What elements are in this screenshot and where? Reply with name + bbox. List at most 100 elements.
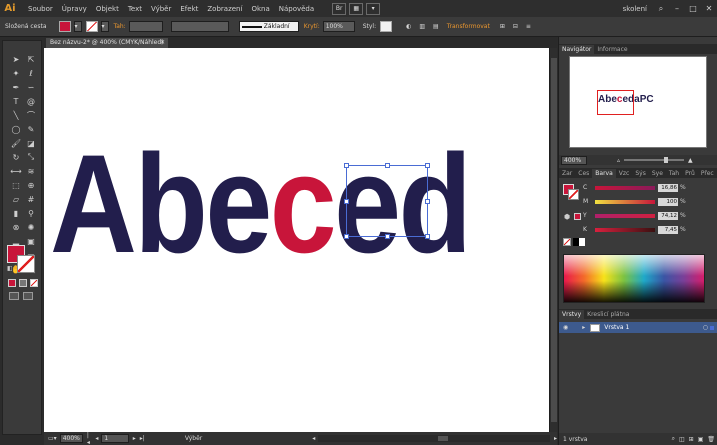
tab-barva[interactable]: Barva (592, 169, 616, 178)
transform-link[interactable]: Transformovat (447, 23, 490, 30)
menu-text[interactable]: Text (128, 5, 142, 13)
gradient-mode-icon[interactable] (19, 279, 27, 287)
blend-tool-icon[interactable]: ⊗ (9, 221, 23, 233)
workspace-switcher[interactable]: skolení (623, 5, 647, 13)
selection-bounding-box[interactable] (344, 163, 430, 239)
target-icon[interactable]: ○ (703, 324, 708, 331)
direct-selection-tool-icon[interactable]: ⇱ (24, 53, 38, 65)
navigator-thumbnail[interactable]: AbecedaPC (569, 56, 707, 148)
lasso-tool-icon[interactable]: ℓ (24, 67, 38, 79)
zoom-in-icon[interactable]: ▲ (688, 157, 693, 164)
layer-name[interactable]: Vrstva 1 (604, 324, 629, 331)
handle-bottom-center[interactable] (385, 234, 390, 239)
artwork-highlighted-letter[interactable]: c (270, 125, 337, 282)
rotate-tool-icon[interactable]: ↻ (9, 151, 23, 163)
pencil-tool-icon[interactable]: ✎ (24, 123, 38, 135)
make-clipping-mask-icon[interactable]: ◫ (679, 436, 685, 443)
zoom-level-dropdown[interactable]: 400% (59, 434, 83, 443)
navigator-zoom-slider[interactable] (624, 157, 685, 163)
panel-menu-icon[interactable]: ≡ (526, 23, 531, 30)
scale-tool-icon[interactable]: ⤡ (24, 151, 38, 163)
navigator-zoom-thumb[interactable] (664, 157, 669, 163)
line-tool-icon[interactable]: ╲ (9, 109, 23, 121)
stroke-weight-input[interactable] (128, 21, 163, 32)
menu-okna[interactable]: Okna (251, 5, 269, 13)
black-slider[interactable] (595, 227, 655, 232)
hscroll-left-icon[interactable]: ◂ (312, 435, 315, 442)
isolate-icon[interactable]: ⊞ (500, 23, 505, 30)
navigator-view-box[interactable] (597, 90, 634, 115)
tab-sys[interactable]: Sýs (632, 169, 649, 178)
pen-tool-icon[interactable]: ✒ (9, 81, 23, 93)
stroke-swatch[interactable] (85, 21, 98, 32)
tab-sye[interactable]: Sye (649, 169, 666, 178)
width-tool-icon[interactable]: ⟷ (9, 165, 23, 177)
artboard-number-input[interactable]: 1 (101, 434, 129, 443)
cyan-value-input[interactable]: 16,86 (658, 183, 678, 192)
shape-builder-tool-icon[interactable]: ⊕ (24, 179, 38, 191)
document-tab[interactable]: Bez názvu-2* @ 400% (CMYK/Náhled) ✕ (46, 38, 168, 48)
artboard-tool-icon[interactable]: ▣ (24, 235, 38, 247)
tab-zar[interactable]: Zar (559, 169, 575, 178)
cyan-slider[interactable] (595, 185, 655, 190)
new-layer-icon[interactable]: ▣ (698, 436, 704, 443)
web-safe-swatch[interactable] (574, 213, 581, 220)
black-value-input[interactable]: 7,45 (658, 225, 678, 234)
selection-tool-icon[interactable]: ➤ (9, 53, 23, 65)
tab-ces[interactable]: Ces (575, 169, 592, 178)
curvature-tool-icon[interactable]: ∽ (24, 81, 38, 93)
none-color-swatch[interactable] (563, 238, 571, 246)
search-icon[interactable]: ⌕ (653, 2, 669, 15)
new-sublayer-icon[interactable]: ⊞ (689, 436, 694, 443)
maximize-icon[interactable]: □ (685, 2, 701, 15)
handle-top-right[interactable] (425, 163, 430, 168)
white-color-swatch[interactable] (579, 238, 585, 246)
default-colors-icon[interactable]: ◧ (7, 265, 15, 273)
arrange-docs-dropdown[interactable]: ▾ (366, 2, 381, 15)
type-tool-icon[interactable]: T (9, 95, 23, 107)
perspective-grid-tool-icon[interactable]: ▱ (9, 193, 23, 205)
horizontal-scrollbar[interactable] (318, 435, 550, 442)
horizontal-scroll-thumb[interactable] (438, 436, 449, 441)
ellipse-tool-icon[interactable]: ◯ (9, 123, 23, 135)
magenta-value-input[interactable]: 100 (658, 197, 678, 206)
arc-tool-icon[interactable]: ⌒ (24, 109, 38, 121)
brush-definition-dropdown[interactable]: Základní (238, 21, 299, 32)
handle-top-center[interactable] (385, 163, 390, 168)
handle-bottom-left[interactable] (344, 234, 349, 239)
color-mode-icon[interactable] (8, 279, 16, 287)
eraser-tool-icon[interactable]: ◪ (24, 137, 38, 149)
color-spectrum-ramp[interactable] (563, 254, 705, 303)
tab-pru[interactable]: Prů (682, 169, 698, 178)
mesh-tool-icon[interactable]: # (24, 193, 38, 205)
paintbrush-tool-icon[interactable]: 🖌 (9, 137, 23, 149)
opacity-input[interactable]: 100% (322, 21, 355, 32)
menu-zobrazeni[interactable]: Zobrazení (207, 5, 242, 13)
navigator-zoom-input[interactable]: 400% (561, 155, 587, 165)
locate-object-icon[interactable]: ⌕ (672, 435, 675, 443)
arrange-docs-icon[interactable]: ▦ (349, 2, 364, 15)
exit-isolation-icon[interactable]: ⊟ (513, 23, 518, 30)
handle-middle-left[interactable] (344, 199, 349, 204)
screen-mode-icon[interactable] (23, 292, 33, 300)
out-of-gamut-icon[interactable]: ⬢ (564, 213, 570, 221)
align-icon[interactable]: ▥ (419, 23, 425, 30)
zoom-out-icon[interactable]: ▵ (617, 157, 620, 164)
color-panel-stroke-box[interactable] (568, 189, 579, 200)
last-artboard-icon[interactable]: ▸| (140, 435, 145, 442)
expand-arrow-icon[interactable]: ▸ (582, 324, 585, 331)
menu-efekt[interactable]: Efekt (180, 5, 198, 13)
menu-soubor[interactable]: Soubor (28, 5, 53, 13)
first-artboard-icon[interactable]: |◂ (87, 432, 92, 445)
vertical-scrollbar[interactable] (549, 48, 557, 432)
none-mode-icon[interactable] (30, 279, 38, 287)
close-icon[interactable]: ✕ (701, 2, 717, 15)
vertical-scroll-thumb[interactable] (551, 58, 557, 422)
close-tab-icon[interactable]: ✕ (160, 38, 165, 48)
minimize-icon[interactable]: – (669, 2, 685, 15)
stroke-weight-label[interactable]: Tah: (114, 23, 126, 30)
graphic-style-swatch[interactable] (380, 21, 393, 32)
menu-vyber[interactable]: Výběr (151, 5, 171, 13)
tab-tah[interactable]: Tah (666, 169, 682, 178)
tab-info[interactable]: Informace (594, 45, 630, 54)
